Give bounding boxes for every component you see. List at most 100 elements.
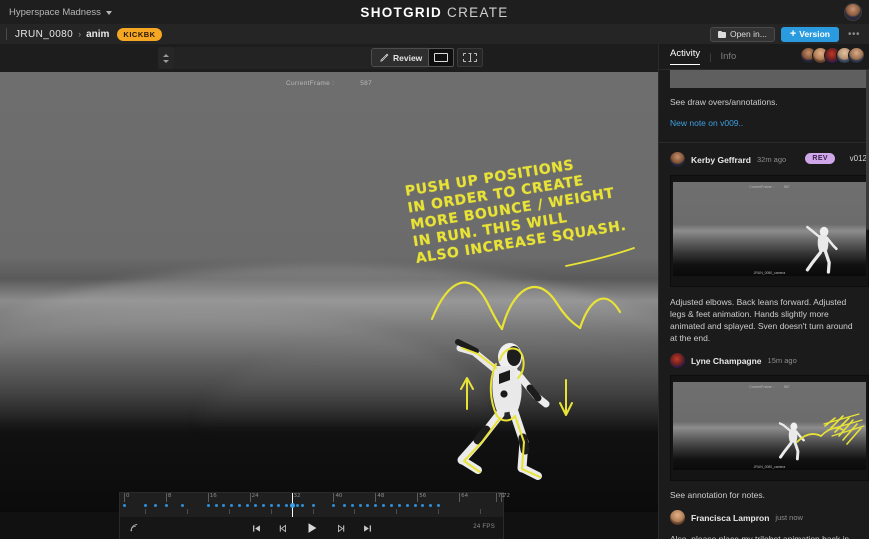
timeline-tick — [124, 493, 125, 502]
avatar-5[interactable] — [848, 47, 865, 64]
timeline-panel[interactable]: 08162432404856647172 — [119, 492, 510, 539]
timeline-keyframe[interactable] — [123, 504, 126, 507]
timeline-tick-label: 32 — [293, 493, 301, 499]
timeline-tick-minor — [438, 509, 440, 514]
timeline-keyframe[interactable] — [397, 504, 401, 507]
timeline-keyframe[interactable] — [261, 504, 265, 507]
version-stepper[interactable] — [158, 47, 174, 69]
status-badge[interactable]: REV — [805, 153, 835, 164]
timeline-tick-minor — [186, 509, 188, 514]
brand-shotgrid: SHOTGRID — [360, 4, 443, 20]
timeline-keyframe[interactable] — [350, 504, 354, 507]
avatar[interactable] — [670, 152, 685, 167]
timeline-keyframe[interactable] — [143, 504, 147, 507]
go-to-start-button[interactable] — [251, 523, 262, 534]
note-thumbnail-kerby[interactable]: CurrentFrame : 587 JRUN_0080_camera — [670, 175, 869, 287]
timeline-keyframe[interactable] — [366, 504, 370, 507]
play-button[interactable] — [305, 521, 319, 535]
timeline-tick — [495, 493, 497, 502]
timeline-playhead-dot[interactable] — [289, 503, 295, 508]
note-thumbnail-lyne[interactable]: CurrentFrame : 587 JRUN_0080_camera — [670, 375, 869, 481]
timeline-tick — [207, 493, 209, 502]
open-in-button[interactable]: Open in... — [709, 26, 775, 42]
fps-label: 24 FPS — [473, 524, 495, 530]
chevron-down-icon — [105, 10, 112, 15]
note-body-francisca: Also, please place my trilobot animation… — [670, 534, 850, 539]
breadcrumb-task[interactable]: anim — [86, 29, 109, 40]
clipped-thumbnail[interactable] — [670, 70, 869, 88]
timeline-ruler[interactable]: 08162432404856647172 — [120, 493, 510, 517]
timeline-keyframe[interactable] — [214, 504, 218, 507]
timeline-keyframe[interactable] — [269, 504, 273, 507]
timeline-keyframe[interactable] — [421, 504, 425, 507]
single-pane-button[interactable] — [428, 48, 454, 67]
timeline-keyframe[interactable] — [238, 504, 242, 507]
thumbnail-hud: CurrentFrame : 587 — [673, 385, 866, 389]
activity-feed[interactable]: See draw overs/annotations. New note on … — [659, 70, 869, 539]
timeline-keyframe[interactable] — [222, 504, 226, 507]
breadcrumb-shot[interactable]: JRUN_0080 — [15, 29, 73, 40]
timeline-keyframe[interactable] — [277, 504, 281, 507]
activity-sidebar: Activity | Info See draw overs/annotatio… — [658, 44, 869, 539]
timeline-keyframe[interactable] — [332, 504, 336, 507]
status-badge[interactable]: KICKBK — [117, 27, 162, 41]
caret-down-icon[interactable] — [163, 59, 169, 63]
viewer-toolbar: Review — [0, 44, 658, 72]
breadcrumb-divider — [6, 28, 7, 40]
timeline-keyframe[interactable] — [295, 504, 299, 507]
version-label[interactable]: v012 — [850, 154, 867, 163]
frame-label: CurrentFrame : — [749, 185, 774, 189]
step-forward-icon — [337, 524, 344, 532]
tab-activity[interactable]: Activity — [670, 48, 701, 65]
caret-up-icon[interactable] — [163, 53, 169, 57]
timeline-keyframe[interactable] — [154, 504, 158, 507]
step-forward-button[interactable] — [335, 523, 346, 534]
layout-buttons — [428, 48, 483, 67]
split-pane-button[interactable] — [457, 48, 483, 67]
timeline-keyframe[interactable] — [358, 504, 362, 507]
timeline-keyframe[interactable] — [285, 504, 289, 507]
avatar[interactable] — [670, 510, 685, 525]
timeline-keyframe[interactable] — [413, 504, 417, 507]
tab-info[interactable]: Info — [720, 51, 736, 62]
add-version-button[interactable]: + Version — [780, 26, 839, 42]
timeline-keyframe[interactable] — [374, 504, 378, 507]
user-avatar[interactable] — [844, 3, 862, 21]
timeline-keyframe[interactable] — [429, 504, 433, 507]
timeline-keyframe[interactable] — [180, 504, 184, 507]
timeline-keyframe[interactable] — [301, 504, 305, 507]
timeline-keyframe[interactable] — [390, 504, 394, 507]
timeline-keyframe[interactable] — [437, 504, 441, 507]
note-author[interactable]: Lyne Champagne — [691, 356, 762, 366]
note-author[interactable]: Francisca Lampron — [691, 513, 769, 523]
project-selector[interactable]: Hyperspace Madness — [0, 7, 112, 18]
timeline-keyframe[interactable] — [164, 504, 168, 507]
timeline-keyframe[interactable] — [342, 504, 346, 507]
step-back-button[interactable] — [278, 523, 289, 534]
review-button[interactable]: Review — [371, 48, 432, 67]
timeline-keyframe[interactable] — [382, 504, 386, 507]
timeline-tick-label: 0 — [126, 493, 130, 499]
note-body-kerby: Adjusted elbows. Back leans forward. Adj… — [670, 297, 853, 343]
timeline-keyframe[interactable] — [405, 504, 409, 507]
feed-divider-0 — [659, 142, 869, 143]
breadcrumb-separator: › — [78, 29, 82, 39]
new-note-link-0[interactable]: New note on v009.. — [659, 118, 869, 128]
note-header-lyne: Lyne Champagne 15m ago — [659, 353, 869, 368]
timeline-keyframe[interactable] — [206, 504, 210, 507]
note-author[interactable]: Kerby Geffrard — [691, 155, 751, 165]
loop-icon[interactable] — [129, 522, 140, 533]
viewer-stage[interactable]: CurrentFrame : 587 PUSH UP POSITIONS IN … — [0, 72, 658, 512]
avatar[interactable] — [670, 353, 685, 368]
go-to-end-button[interactable] — [362, 523, 373, 534]
timeline-tick — [249, 493, 251, 502]
timeline-keyframe[interactable] — [311, 504, 315, 507]
timeline-keyframe[interactable] — [230, 504, 234, 507]
timeline-keyframe[interactable] — [246, 504, 250, 507]
skip-forward-icon — [363, 524, 371, 532]
timeline-tick — [165, 493, 167, 502]
overflow-menu-button[interactable]: ••• — [845, 29, 863, 40]
shotgrid-create-window: Hyperspace Madness SHOTGRID CREATE JRUN_… — [0, 0, 869, 539]
participant-avatars — [800, 47, 865, 64]
timeline-keyframe[interactable] — [253, 504, 257, 507]
